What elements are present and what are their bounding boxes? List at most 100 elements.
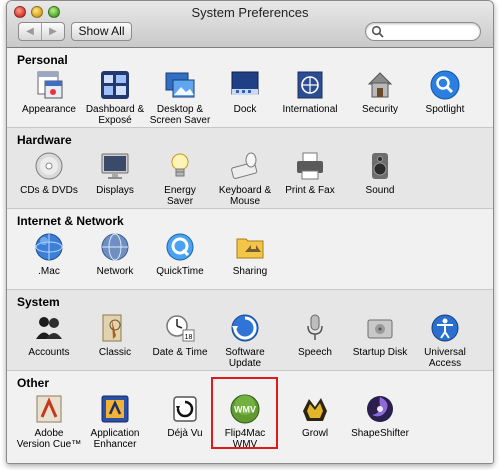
pref-label: Appearance [22,104,76,115]
pref-sharing[interactable]: Sharing [215,231,285,277]
print-fax-icon [297,152,323,180]
pref-speech[interactable]: Speech [280,312,350,358]
window-title: System Preferences [191,5,309,20]
pref-cds-dvds[interactable]: CDs & DVDs [14,150,84,196]
pref-label: Dock [233,104,257,115]
section-title: Personal [17,53,68,67]
pref-adobe-version-cue[interactable]: Adobe Version Cue™ [14,393,84,450]
pref-label: Print & Fax [285,185,335,196]
pref-label: .Mac [38,266,60,277]
pref-label: CDs & DVDs [20,185,78,196]
displays-icon [101,153,129,179]
pref-label: Network [96,266,134,277]
pref-security[interactable]: Security [345,69,415,115]
adobe-version-cue-icon [36,395,62,423]
search-icon [371,25,384,38]
pref-label: QuickTime [156,266,204,277]
pref-label: Adobe Version Cue™ [16,428,82,450]
pref-dock[interactable]: Dock [210,69,280,115]
international-icon [297,71,323,99]
section-title: Internet & Network [17,214,124,228]
date-time-icon: 18 [166,315,195,342]
appearance-icon [37,71,63,99]
pref-label: Desktop & Screen Saver [149,104,211,126]
navigation-buttons: ◀ ▶ [18,22,65,41]
pref-dashboard-expose[interactable]: Dashboard & Exposé [80,69,150,126]
pref-label: Security [361,104,399,115]
pref-label: Dashboard & Exposé [85,104,145,126]
quicktime-icon [166,233,194,261]
pref-dotmac[interactable]: .Mac [14,231,84,277]
pref-date-time[interactable]: 18 Date & Time [145,312,215,358]
pref-label: Classic [98,347,132,358]
pref-label: Startup Disk [352,347,408,358]
pref-quicktime[interactable]: QuickTime [145,231,215,277]
pref-label: Sound [365,185,395,196]
pref-classic[interactable]: Classic [80,312,150,358]
pref-label: International [282,104,338,115]
section-title: Other [17,376,50,390]
classic-icon [102,314,122,342]
pref-label: Keyboard & Mouse [218,185,272,207]
pref-keyboard-mouse[interactable]: Keyboard & Mouse [210,150,280,207]
pref-network[interactable]: Network [80,231,150,277]
toolbar: System Preferences ◀ ▶ Show All [7,1,493,48]
search-field[interactable] [365,22,481,41]
keyboard-mouse-icon [231,152,258,179]
section-title: System [17,295,60,309]
back-button[interactable]: ◀ [19,23,41,40]
growl-icon [303,398,327,421]
show-all-button[interactable]: Show All [71,22,132,41]
pref-appearance[interactable]: Appearance [14,69,84,115]
pref-label: Spotlight [425,104,465,115]
pref-label: Sharing [232,266,268,277]
spotlight-icon [430,70,460,100]
speech-icon [307,314,323,340]
pref-displays[interactable]: Displays [80,150,150,196]
pref-application-enhancer[interactable]: Application Enhancer [80,393,150,450]
network-icon [101,233,129,261]
pref-label: Energy Saver [164,185,196,207]
startup-disk-icon [367,319,393,339]
universal-access-icon [431,314,459,342]
pref-label: Growl [301,428,329,439]
highlight-box [211,377,278,449]
pref-growl[interactable]: Growl [280,393,350,439]
dotmac-icon [35,233,63,261]
pref-energy-saver[interactable]: Energy Saver [145,150,215,207]
pref-label: Accounts [28,347,70,358]
pref-desktop-screensaver[interactable]: Desktop & Screen Saver [145,69,215,126]
pref-label: Software Update [225,347,265,369]
forward-button[interactable]: ▶ [41,23,64,40]
pref-label: Application Enhancer [90,428,140,450]
pref-startup-disk[interactable]: Startup Disk [345,312,415,358]
search-input[interactable] [388,25,476,38]
pref-universal-access[interactable]: Universal Access [410,312,480,369]
pref-label: Speech [298,347,332,358]
energy-saver-icon [171,153,189,177]
deja-vu-icon [173,396,197,422]
pref-spotlight[interactable]: Spotlight [410,69,480,115]
pref-label: Universal Access [424,347,466,369]
svg-text:18: 18 [185,334,193,341]
desktop-screensaver-icon [165,72,195,98]
shapeshifter-icon [367,396,393,422]
security-icon [367,72,393,98]
accounts-icon [36,317,62,339]
pref-accounts[interactable]: Accounts [14,312,84,358]
system-preferences-window: System Preferences ◀ ▶ Show All Personal… [6,0,494,464]
pref-label: ShapeShifter [351,428,409,439]
software-update-icon [231,314,259,342]
pref-print-fax[interactable]: Print & Fax [275,150,345,196]
pref-shapeshifter[interactable]: ShapeShifter [345,393,415,439]
pref-software-update[interactable]: Software Update [210,312,280,369]
sound-icon [372,153,388,179]
pref-label: Date & Time [152,347,208,358]
pref-international[interactable]: International [275,69,345,115]
sharing-icon [236,238,264,259]
cds-dvds-icon [35,152,63,180]
pref-label: Displays [96,185,134,196]
dock-icon [231,71,259,95]
pref-sound[interactable]: Sound [345,150,415,196]
section-title: Hardware [17,133,72,147]
